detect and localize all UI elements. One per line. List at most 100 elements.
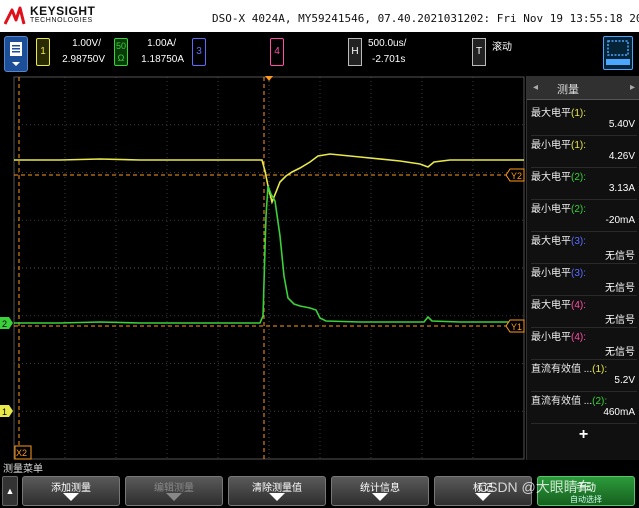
channel-2-ground-marker[interactable]: 2 [0,317,13,329]
measurement-source: (1): [592,364,608,375]
channel-2-offset: 1.18750A [141,54,184,65]
trigger-mode: 滚动 [492,42,512,53]
measurement-item[interactable]: 最小电平(3): 无信号 [531,264,637,296]
measurement-value: 5.40V [608,119,635,130]
measurement-source: (2): [571,172,586,183]
channel-1-offset: 2.98750V [62,54,105,65]
softkey-1[interactable]: 添加测量 [22,476,120,506]
channel-2-badge[interactable]: 50 Ω [114,38,128,66]
measurement-panel-title: 测量 [557,84,579,96]
measurement-source: (2): [592,396,608,407]
measurement-source: (3): [571,268,586,279]
panel-collapse-icon[interactable]: ◂ [533,82,538,93]
waveform-grid: 2 1 Y2 Y1 X2 [0,76,525,460]
channel-1-scale: 1.00V/ [72,38,101,49]
keysight-logo-icon [4,6,26,25]
measurement-source: (4): [571,300,586,311]
header-bar: KEYSIGHT TECHNOLOGIES DSO-X 4024A, MY592… [0,0,639,32]
measurement-divider [531,423,637,424]
measurement-label: 最小电平(2): [531,204,586,215]
measurement-label: 最大电平(3): [531,236,586,247]
channel-2-impedance: 50 [115,41,126,51]
timebase-scale: 500.0us/ [368,38,407,49]
measurement-label: 最小电平(1): [531,140,586,151]
measurement-item[interactable]: 直流有效值 ...(1): 5.2V [531,360,637,392]
channel-4-badge[interactable]: 4 [270,38,284,66]
measurement-item[interactable]: 最小电平(2): -20mA [531,200,637,232]
measurement-source: (1): [571,140,586,151]
measurement-panel: ◂ 测量 ▸ 最大电平(1): 5.40V 最小电平(1): 4.26V 最大电平(2)… [526,76,639,460]
panel-expand-icon[interactable]: ▸ [630,82,635,93]
softkey-menu-title: 测量菜单 [3,464,43,475]
timebase-delay: -2.701s [372,54,406,65]
measurement-source: (3): [571,236,586,247]
measurement-value: 4.26V [608,151,635,162]
trigger-badge[interactable]: T [472,38,486,66]
softkey-label: 添加测量 [51,483,91,494]
chevron-down-icon [372,493,388,501]
measurement-label: 直流有效值 ...(2): [531,396,608,407]
channel-2-impedance-unit: Ω [117,53,125,63]
brand-subtitle: TECHNOLOGIES [30,17,93,24]
measurement-label: 最大电平(2): [531,172,586,183]
watermark-text: CSDN @大眼睛车 [478,479,592,495]
chevron-down-icon [166,493,182,501]
chevron-down-icon [63,493,79,501]
measurement-item[interactable]: 最大电平(3): 无信号 [531,232,637,264]
svg-text:Y2: Y2 [511,171,522,181]
softkey-label: 编辑测量 [154,483,194,494]
measurement-source: (1): [571,108,586,119]
svg-text:Y1: Y1 [511,322,522,332]
measurement-value: 无信号 [605,283,635,294]
measurement-label: 最小电平(3): [531,268,586,279]
main-menu-button[interactable] [4,36,28,72]
channel-2-waveform [14,185,524,324]
waveform-display[interactable]: 2 1 Y2 Y1 X2 [0,76,526,460]
channel-bar: 1 1.00V/ 2.98750V 50 Ω 1.00A/ 1.18750A 3… [0,32,639,76]
chevron-down-icon [269,493,285,501]
measurement-item[interactable]: 直流有效值 ...(2): 460mA [531,392,637,424]
arrow-up-icon: ▲ [5,486,15,496]
measurement-item[interactable]: 最小电平(4): 无信号 [531,328,637,360]
measurement-item[interactable]: 最大电平(2): 3.13A [531,168,637,200]
measurement-value: 无信号 [605,315,635,326]
svg-text:1: 1 [2,407,7,417]
measurement-label: 直流有效值 ...(1): [531,364,608,375]
cursor-y2-label[interactable]: Y2 [505,168,525,182]
trigger-position-marker [265,76,273,81]
channel-2-scale: 1.00A/ [147,38,176,49]
device-info: DSO-X 4024A, MY59241546, 07.40.202103120… [212,12,639,25]
measurement-item[interactable]: 最大电平(4): 无信号 [531,296,637,328]
zoom-display-icon [606,40,630,65]
softkey-3[interactable]: 清除测量值 [228,476,326,506]
channel-1-badge[interactable]: 1 [36,38,50,66]
measurement-source: (2): [571,204,586,215]
cursor-x2-label[interactable]: X2 [14,445,32,460]
horizontal-badge[interactable]: H [348,38,362,66]
softkey-label: 统计信息 [360,483,400,494]
measurement-value: 460mA [603,407,635,418]
brand-name: KEYSIGHT [30,4,96,18]
measurement-label: 最大电平(4): [531,300,586,311]
softkey-bar: 测量菜单 ▲ 添加测量 编辑测量 清除测量值 统计信息 标记 手动 自动选择 CSDN @大… [0,460,639,508]
svg-text:2: 2 [2,319,7,329]
measurement-value: 5.2V [614,375,635,386]
measurement-item[interactable]: 最小电平(1): 4.26V [531,136,637,168]
measurement-label: 最大电平(1): [531,108,586,119]
display-mode-button[interactable] [603,36,633,70]
measurement-value: 无信号 [605,347,635,358]
measurement-source: (4): [571,332,586,343]
measurement-panel-header: ◂ 测量 ▸ [527,76,639,100]
measurement-value: 3.13A [608,183,635,194]
channel-1-ground-marker[interactable]: 1 [0,405,13,417]
measurement-value: -20mA [605,215,635,226]
softkey-4[interactable]: 统计信息 [331,476,429,506]
add-measurement-icon[interactable]: + [527,426,639,444]
measurement-value: 无信号 [605,251,635,262]
measurement-item[interactable]: 最大电平(1): 5.40V [531,104,637,136]
document-icon [10,42,22,66]
menu-up-button[interactable]: ▲ [2,476,18,506]
measurement-label: 最小电平(4): [531,332,586,343]
channel-3-badge[interactable]: 3 [192,38,206,66]
cursor-y1-label[interactable]: Y1 [505,319,525,333]
